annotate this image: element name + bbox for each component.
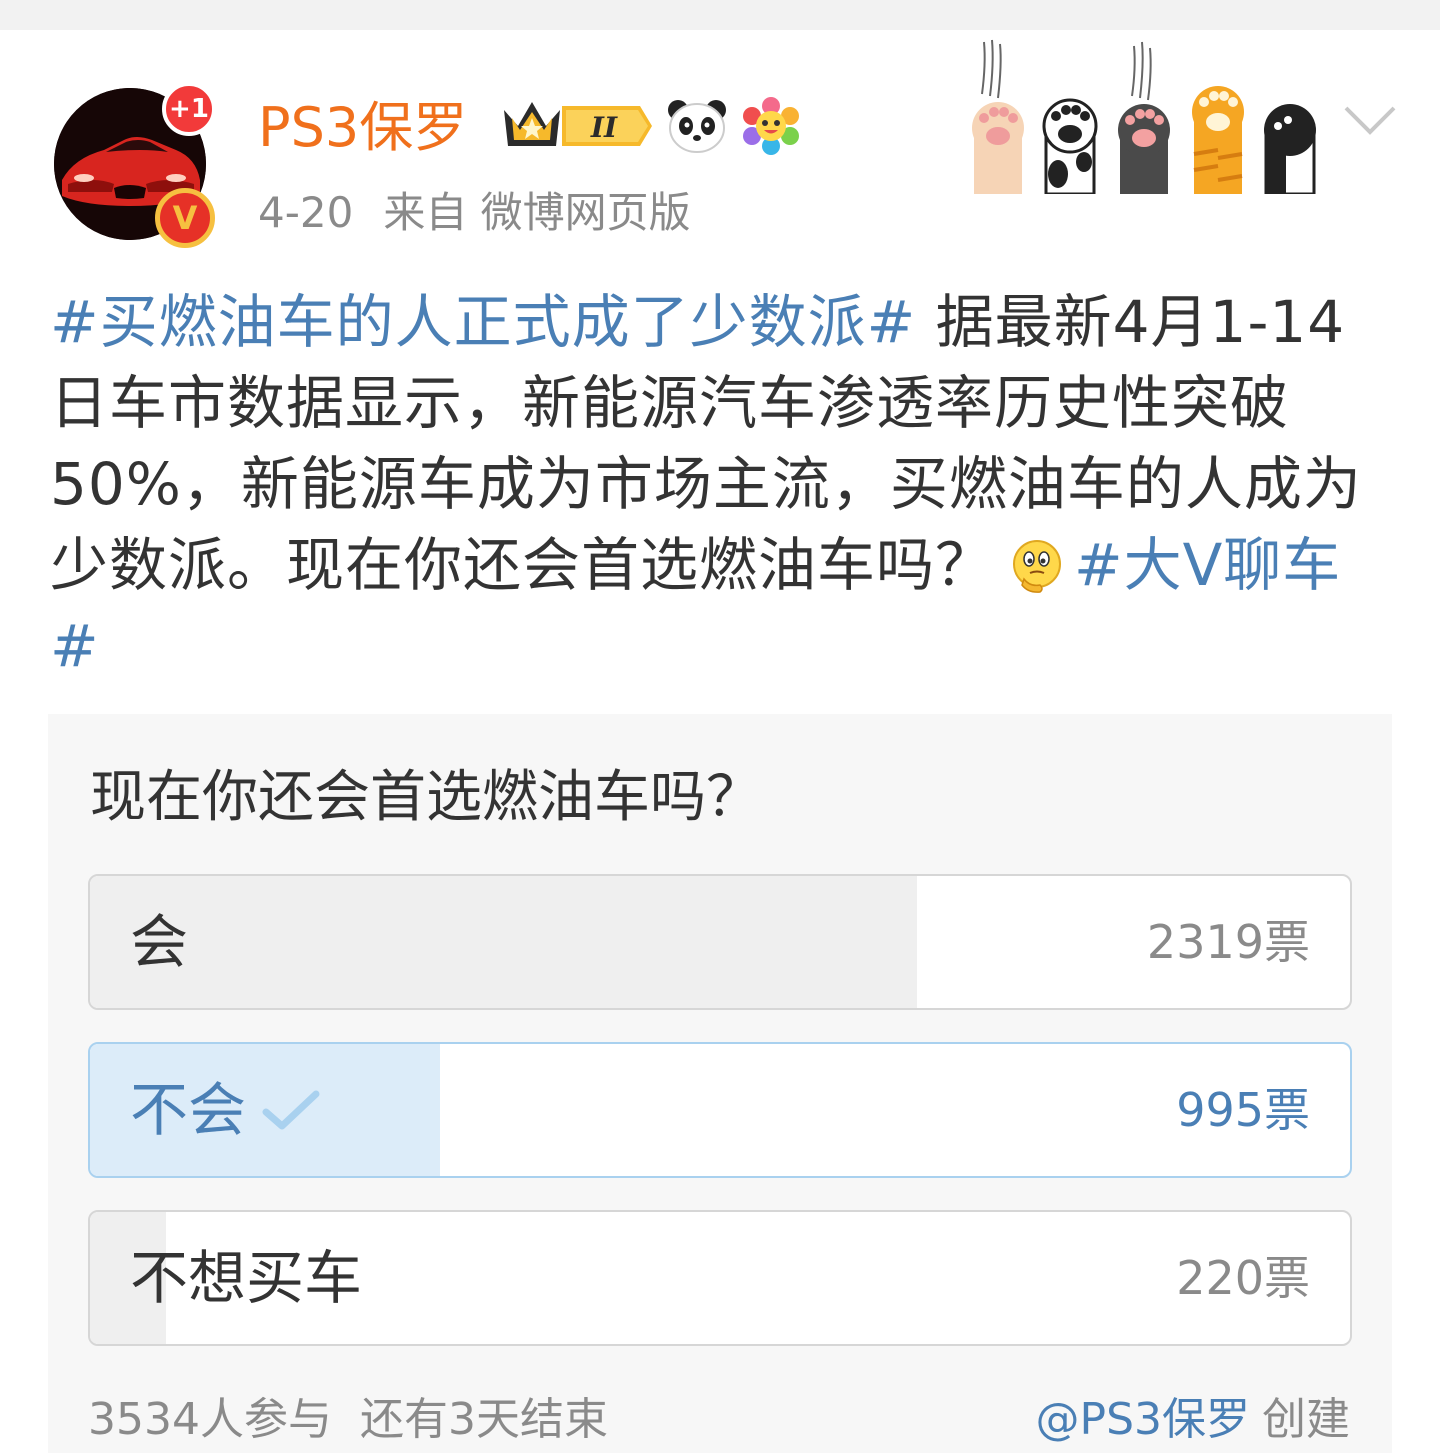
check-icon xyxy=(262,1090,320,1130)
level-badge-text: II xyxy=(590,111,618,144)
vote-count: 220票 xyxy=(1176,1251,1310,1305)
poll-option[interactable]: 会 2319票 xyxy=(88,874,1352,1010)
post-date[interactable]: 4-20 xyxy=(258,188,353,237)
option-label-wrap: 不会 xyxy=(130,1044,320,1176)
crown-level-badge[interactable]: II xyxy=(500,96,660,156)
thinking-face-icon xyxy=(1013,540,1062,593)
vote-count: 2319票 xyxy=(1146,915,1310,969)
poll-option[interactable]: 不想买车 220票 xyxy=(88,1210,1352,1346)
time-remaining: 还有3天结束 xyxy=(359,1394,608,1445)
creator-link[interactable]: @PS3保罗 xyxy=(1036,1394,1250,1445)
poll-creator: @PS3保罗 创建 xyxy=(1036,1392,1350,1448)
notification-badge: +1 xyxy=(162,82,216,136)
cat-paws-decoration xyxy=(972,39,1316,194)
option-label: 不想买车 xyxy=(130,1244,363,1312)
participant-count: 3534人参与 xyxy=(88,1394,332,1445)
verified-v-icon: V xyxy=(155,188,215,248)
hashtag-link[interactable]: #买燃油车的人正式成了少数派# xyxy=(50,288,916,356)
poll-card: 现在你还会首选燃油车吗？ 会 2319票 不会 995票 不想买车 220票 3… xyxy=(48,714,1392,1453)
poll-option-selected[interactable]: 不会 995票 xyxy=(88,1042,1352,1178)
creator-suffix: 创建 xyxy=(1262,1394,1350,1445)
post-body: #买燃油车的人正式成了少数派# 据最新4月1-14日车市数据显示，新能源汽车渗透… xyxy=(50,282,1370,687)
poll-question: 现在你还会首选燃油车吗？ xyxy=(90,765,762,830)
post-meta: 4-20 来自 微博网页版 xyxy=(258,186,691,240)
vote-count: 995票 xyxy=(1176,1083,1310,1137)
option-label: 会 xyxy=(130,908,189,976)
panda-icon xyxy=(668,100,726,153)
status-strip xyxy=(0,0,1440,30)
chevron-down-icon[interactable] xyxy=(1342,100,1398,140)
option-label: 不会 xyxy=(130,1076,247,1144)
username[interactable]: PS3保罗 xyxy=(258,96,467,160)
poll-stats: 3534人参与 还有3天结束 xyxy=(88,1392,608,1448)
post-source: 来自 微博网页版 xyxy=(383,188,691,237)
vote-bar xyxy=(90,876,917,1008)
flower-icon xyxy=(743,97,799,155)
